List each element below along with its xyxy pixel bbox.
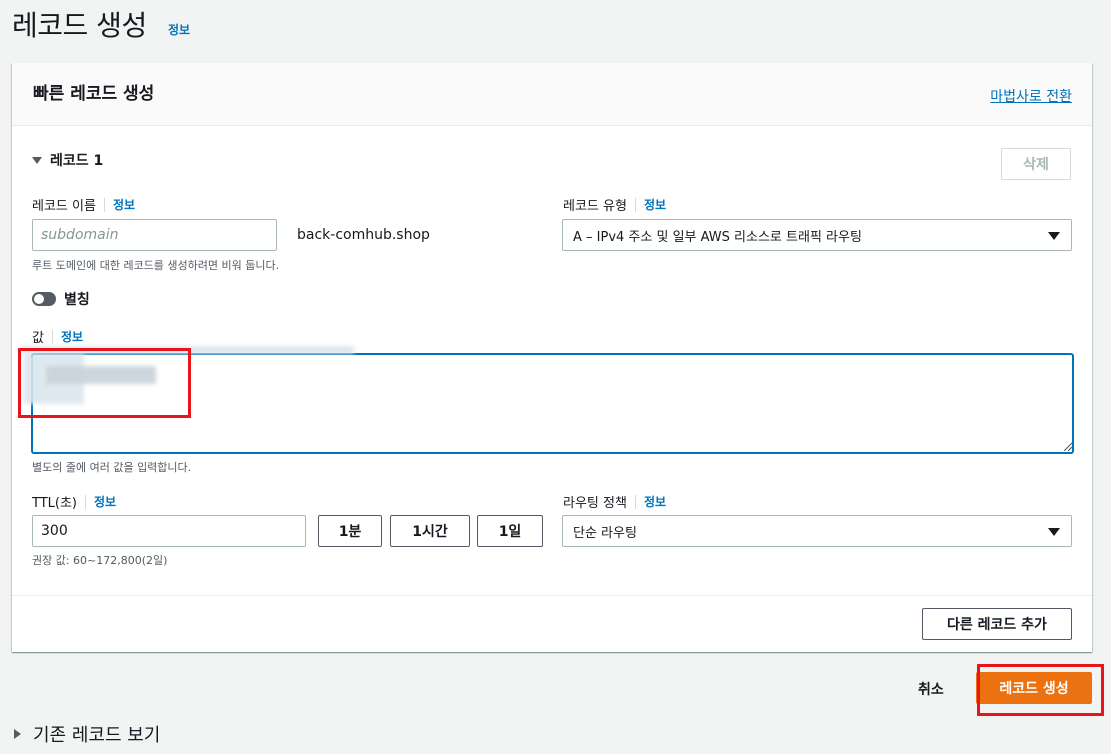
- ttl-1min-button[interactable]: 1분: [318, 515, 382, 547]
- alias-toggle-row: 별칭: [32, 289, 90, 309]
- panel-title: 빠른 레코드 생성: [33, 84, 155, 104]
- switch-to-wizard-link[interactable]: 마법사로 전환: [990, 86, 1072, 106]
- dropdown-arrow-icon: [1048, 232, 1060, 240]
- domain-suffix: back-comhub.shop: [297, 227, 430, 243]
- record-type-info-link[interactable]: 정보: [644, 196, 666, 213]
- dropdown-arrow-icon: [1048, 528, 1060, 536]
- value-info-link[interactable]: 정보: [61, 328, 83, 345]
- ttl-1hour-button[interactable]: 1시간: [390, 515, 470, 547]
- record-name-info-link[interactable]: 정보: [113, 196, 135, 213]
- redacted-value: [46, 366, 156, 384]
- page-info-link[interactable]: 정보: [168, 21, 190, 38]
- record-name-hint: 루트 도메인에 대한 레코드를 생성하려면 비워 둡니다.: [32, 259, 280, 272]
- routing-policy-select[interactable]: 단순 라우팅: [562, 515, 1072, 547]
- view-existing-records-expander[interactable]: 기존 레코드 보기: [14, 721, 160, 747]
- record-type-label-text: 레코드 유형: [563, 199, 627, 214]
- add-another-record-button[interactable]: 다른 레코드 추가: [922, 608, 1072, 640]
- value-hint: 별도의 줄에 여러 값을 입력합니다.: [32, 461, 192, 474]
- record-name-label-text: 레코드 이름: [32, 199, 96, 214]
- value-label-text: 값: [32, 331, 44, 346]
- routing-policy-label-text: 라우팅 정책: [563, 496, 627, 511]
- ttl-info-link[interactable]: 정보: [94, 493, 116, 510]
- record-type-select[interactable]: A – IPv4 주소 및 일부 AWS 리소스로 트래픽 라우팅: [562, 219, 1072, 251]
- cancel-button[interactable]: 취소: [918, 679, 944, 699]
- record-1-label: 레코드 1: [50, 153, 104, 169]
- value-textarea[interactable]: [32, 354, 1073, 453]
- record-name-label: 레코드 이름 정보: [32, 195, 135, 214]
- ttl-label-text: TTL(초): [32, 496, 77, 511]
- view-existing-records-label: 기존 레코드 보기: [33, 725, 161, 746]
- page-title: 레코드 생성: [12, 9, 147, 42]
- routing-policy-selected: 단순 라우팅: [573, 525, 637, 541]
- create-records-button[interactable]: 레코드 생성: [976, 672, 1092, 704]
- alias-label: 별칭: [64, 292, 90, 308]
- label-divider: [51, 329, 53, 344]
- panel-header: 빠른 레코드 생성 마법사로 전환: [12, 63, 1092, 126]
- routing-info-link[interactable]: 정보: [644, 493, 666, 510]
- quick-create-panel: 빠른 레코드 생성 마법사로 전환 레코드 1 삭제 레코드 이름 정보 bac…: [12, 63, 1092, 652]
- record-type-selected: A – IPv4 주소 및 일부 AWS 리소스로 트래픽 라우팅: [573, 229, 862, 245]
- alias-toggle[interactable]: [32, 292, 56, 306]
- ttl-input[interactable]: [32, 515, 306, 547]
- record-name-input[interactable]: [32, 219, 277, 251]
- value-label: 값 정보: [32, 327, 83, 346]
- record-type-label: 레코드 유형 정보: [563, 195, 666, 214]
- redacted-overlay: [22, 346, 354, 354]
- caret-right-icon: [14, 729, 21, 739]
- label-divider: [85, 494, 86, 509]
- label-divider: [634, 494, 636, 509]
- label-divider: [103, 197, 105, 212]
- label-divider: [634, 197, 636, 212]
- ttl-hint: 권장 값: 60~172,800(2일): [32, 554, 168, 567]
- ttl-label: TTL(초) 정보: [32, 492, 116, 511]
- ttl-1day-button[interactable]: 1일: [477, 515, 543, 547]
- caret-down-icon: [32, 156, 42, 164]
- delete-button[interactable]: 삭제: [1001, 148, 1071, 180]
- panel-divider: [12, 595, 1092, 596]
- routing-policy-label: 라우팅 정책 정보: [563, 492, 666, 511]
- resize-grip-icon[interactable]: [1062, 441, 1072, 451]
- record-1-expander[interactable]: 레코드 1: [32, 150, 103, 170]
